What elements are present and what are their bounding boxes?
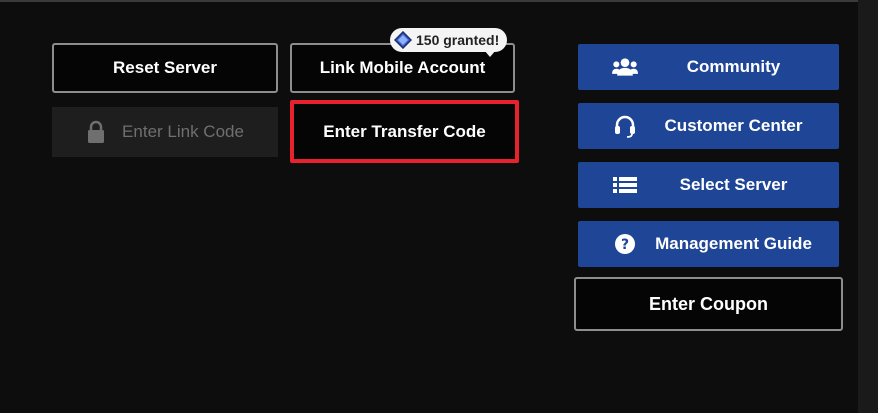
management-guide-button[interactable]: ? Management Guide [578,221,839,267]
headset-icon [612,115,638,138]
enter-transfer-code-label: Enter Transfer Code [323,121,486,141]
enter-link-code-label: Enter Link Code [122,122,244,141]
link-mobile-account-label: Link Mobile Account [319,58,486,77]
enter-transfer-code-button[interactable]: Enter Transfer Code [290,100,519,163]
gem-icon [394,31,412,49]
question-icon: ? [612,233,638,255]
reset-server-label: Reset Server [113,58,217,77]
reward-badge: 150 granted! [390,28,508,52]
enter-coupon-label: Enter Coupon [649,293,768,314]
svg-text:?: ? [621,237,629,253]
reset-server-button[interactable]: Reset Server [52,43,278,93]
customer-center-button[interactable]: Customer Center [578,103,839,149]
community-button[interactable]: Community [578,44,839,90]
list-icon [612,174,638,196]
reward-badge-text: 150 granted! [416,32,500,48]
enter-link-code-button: Enter Link Code [52,107,278,157]
scroll-edge [858,0,878,413]
badge-tail [484,50,496,57]
people-icon [612,56,638,78]
settings-panel: Reset Server Link Mobile Account 150 gra… [0,0,858,413]
enter-coupon-button[interactable]: Enter Coupon [574,277,843,331]
lock-icon [86,120,106,144]
select-server-button[interactable]: Select Server [578,162,839,208]
